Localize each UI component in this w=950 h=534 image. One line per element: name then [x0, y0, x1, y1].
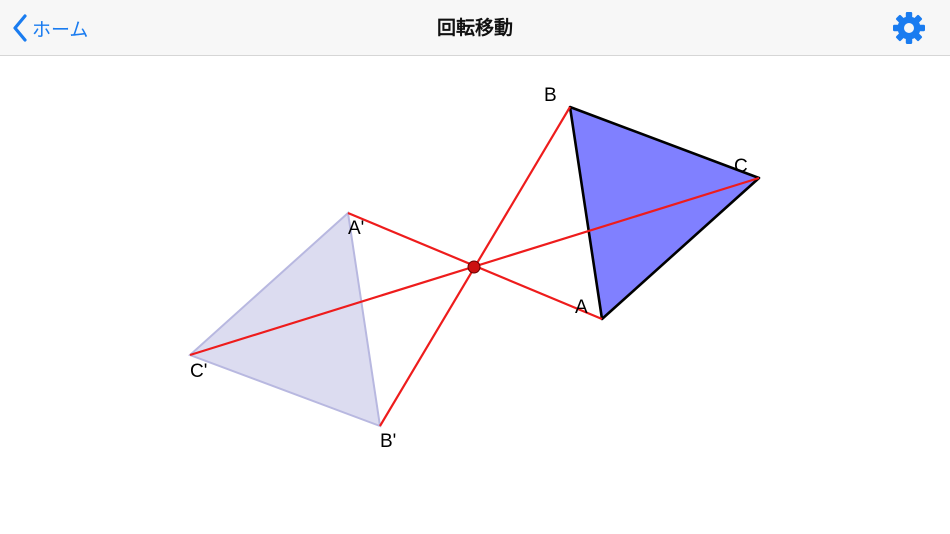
vertex-label-c: C — [734, 156, 748, 177]
geometry-canvas[interactable]: A B C A' B' C' — [0, 57, 950, 534]
page-title: 回転移動 — [436, 17, 513, 39]
back-button[interactable]: ホーム — [12, 10, 88, 46]
vertex-label-c-prime: C' — [190, 361, 207, 382]
gear-icon — [893, 12, 925, 44]
vertex-label-a: A — [575, 297, 588, 318]
app-window: ホーム 回転移動 A B C A' B' C' — [0, 0, 950, 534]
vertex-label-a-prime: A' — [348, 218, 364, 239]
settings-button[interactable] — [892, 11, 926, 45]
vertex-label-b: B — [544, 85, 557, 106]
chevron-left-icon — [13, 14, 27, 42]
rotated-triangle — [188, 211, 382, 428]
vertex-label-b-prime: B' — [380, 431, 396, 452]
original-triangle[interactable] — [568, 105, 761, 321]
navigation-bar: ホーム 回転移動 — [0, 0, 950, 56]
rotation-center-point[interactable] — [467, 260, 481, 274]
back-button-label: ホーム — [32, 18, 89, 41]
